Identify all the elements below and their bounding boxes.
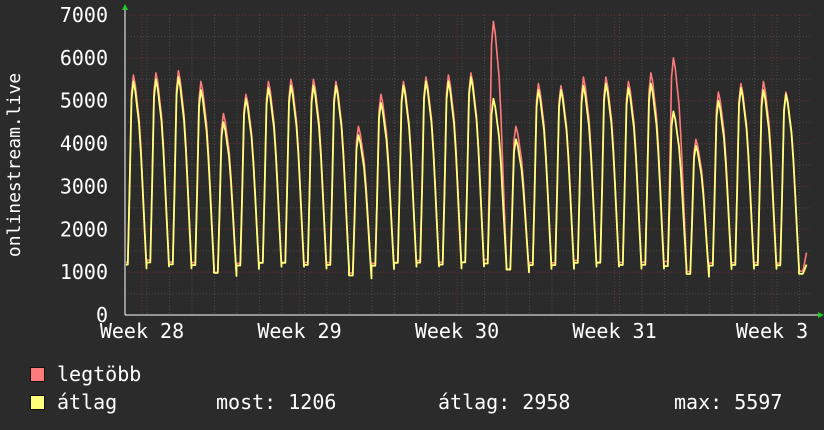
stat-atlag: átlag: 2958	[438, 390, 571, 414]
legend-label-atlag: átlag	[57, 390, 118, 414]
y-tick-label: 6000	[60, 46, 108, 70]
legend-swatch-legtobb	[30, 366, 45, 382]
y-tick-label: 1000	[60, 260, 108, 284]
legend-swatch-atlag	[30, 394, 45, 410]
y-tick-label: 4000	[60, 132, 108, 156]
y-tick-label: 7000	[60, 3, 108, 27]
x-axis-ticks: Week 28 Week 29 Week 30 Week 31 Week 3	[100, 319, 808, 343]
axes	[122, 4, 824, 318]
legend-item-legtobb: legtöbb	[30, 362, 141, 386]
y-tick-label: 3000	[60, 174, 108, 198]
stat-most: most: 1206	[216, 390, 337, 414]
x-tick-label: Week 30	[415, 319, 499, 343]
y-tick-label: 5000	[60, 89, 108, 113]
series-line-atlag	[125, 76, 808, 280]
legend-label-legtobb: legtöbb	[57, 362, 142, 386]
x-axis-arrow	[818, 312, 824, 318]
x-tick-label: Week 31	[572, 319, 656, 343]
x-tick-label: Week 29	[257, 319, 341, 343]
x-tick-label: Week 28	[100, 319, 184, 343]
x-tick-label: Week 3	[736, 319, 808, 343]
y-axis-ticks: 01000200030004000500060007000	[60, 3, 108, 327]
series-layer	[125, 20, 808, 280]
y-axis-arrow	[122, 4, 128, 10]
stat-max: max: 5597	[674, 390, 783, 414]
y-tick-label: 2000	[60, 217, 108, 241]
y-axis-label: onlinestream.live	[4, 73, 25, 257]
legend-item-atlag: átlag	[30, 390, 117, 414]
